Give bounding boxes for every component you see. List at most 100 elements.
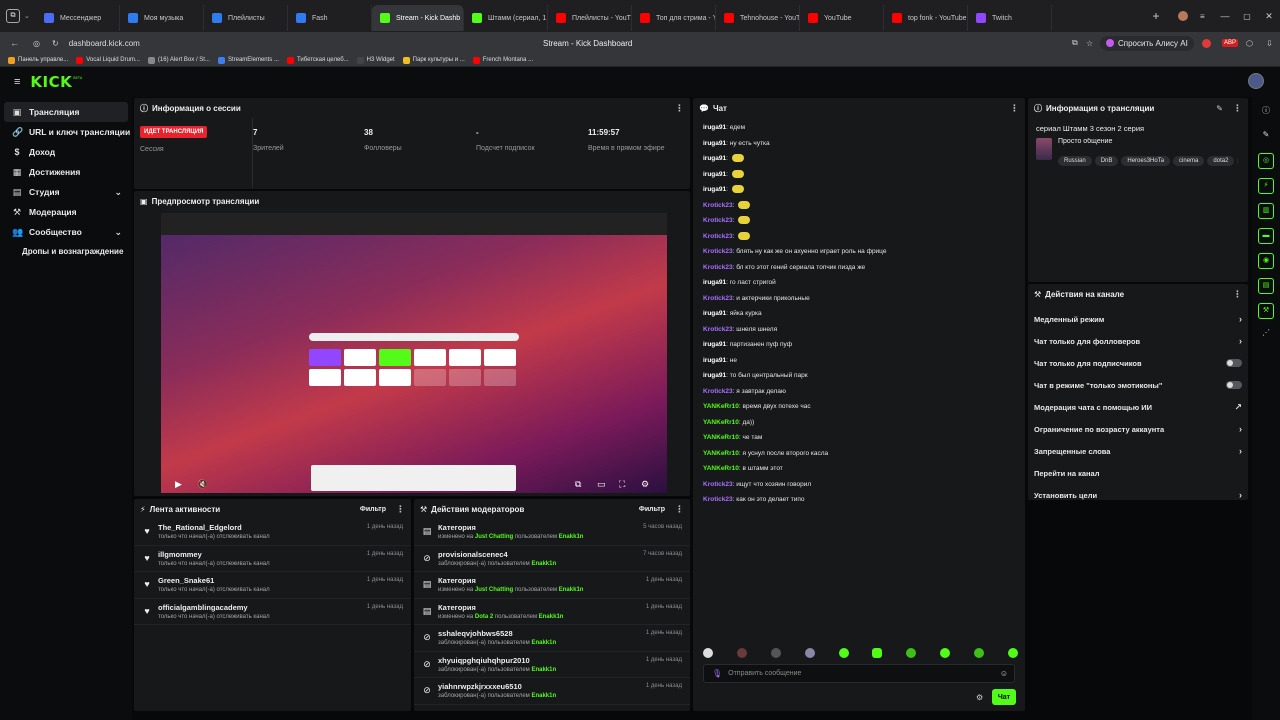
browser-tab[interactable]: Штамм (сериал, 1, 2, 3 <box>464 5 548 31</box>
channel-action-item[interactable]: Чат только для подписчиков <box>1028 352 1248 374</box>
chat-username[interactable]: Krotick23 <box>703 248 733 255</box>
sidebar-item[interactable]: $ Доход <box>0 142 132 162</box>
stream-info-more-icon[interactable]: ⋮ <box>1233 103 1242 114</box>
bookmark-item[interactable]: H3 Widget <box>356 56 395 64</box>
sidebar-item[interactable]: 👥 Сообщество ⌄ <box>0 222 132 242</box>
info-rail-icon[interactable]: ⓘ <box>1252 105 1280 116</box>
chat-username[interactable]: iruga91 <box>703 186 726 193</box>
chat-username[interactable]: Krotick23 <box>703 217 733 224</box>
edit-icon[interactable]: ✎ <box>1216 104 1223 113</box>
chat-username[interactable]: YANKeRr10 <box>703 419 739 426</box>
emote-icon[interactable] <box>770 648 781 658</box>
alice-button[interactable]: Спросить Алису AI <box>1100 35 1194 51</box>
profile-avatar[interactable] <box>1178 11 1188 21</box>
emote-icon[interactable] <box>703 648 713 658</box>
tabs-dropdown-icon[interactable]: ⌄ <box>24 12 36 20</box>
bookmark-item[interactable]: Парк культуры и ... <box>402 56 465 64</box>
toggle-switch[interactable] <box>1226 381 1242 389</box>
chat-username[interactable]: iruga91 <box>703 279 726 286</box>
pip-icon[interactable]: ⧉ <box>575 479 581 490</box>
channel-action-item[interactable]: Чат в режиме "только эмотиконы" <box>1028 374 1248 396</box>
bolt-rail-button[interactable]: ⚡ <box>1258 178 1274 194</box>
chat-username[interactable]: iruga91 <box>703 140 726 147</box>
chat-username[interactable]: Krotick23 <box>703 388 733 395</box>
chat-username[interactable]: iruga91 <box>703 372 726 379</box>
bookmark-item[interactable]: (16) Alert Box / St... <box>147 56 210 64</box>
kick-logo[interactable]: KICK <box>30 73 72 91</box>
chat-input-box[interactable]: 🎙 Отправить сообщение ☺ <box>703 664 1015 683</box>
bookmark-item[interactable]: Панель управле... <box>8 56 68 64</box>
channel-action-item[interactable]: Ограничение по возрасту аккаунта › <box>1028 418 1248 440</box>
emoji-icon[interactable]: ☺ <box>1000 669 1008 678</box>
bookmarks-icon[interactable]: ⧉ <box>1072 38 1078 48</box>
chat-username[interactable]: Krotick23 <box>703 481 733 488</box>
chat-username[interactable]: iruga91 <box>703 310 726 317</box>
stream-tag[interactable]: Russian <box>1058 156 1092 166</box>
channel-action-item[interactable]: Запрещенные слова › <box>1028 440 1248 462</box>
chat-username[interactable]: iruga91 <box>703 357 726 364</box>
browser-tab[interactable]: Мессенджер <box>36 5 120 31</box>
chat-username[interactable]: Krotick23 <box>703 233 733 240</box>
channel-action-item[interactable]: Модерация чата с помощью ИИ ↗ <box>1028 396 1248 418</box>
stream-video[interactable]: ▶ 🔇 ⧉ ▭ ⛶ ⚙ <box>161 213 667 493</box>
adblock-icon[interactable]: ABP <box>1222 39 1239 47</box>
sidebar-item[interactable]: 🔗 URL и ключ трансляции <box>0 122 132 142</box>
hamburger-menu-icon[interactable]: ≡ <box>14 76 20 88</box>
new-tab-button[interactable]: + <box>1146 9 1166 23</box>
emote-icon[interactable] <box>906 648 917 658</box>
emote-icon[interactable] <box>872 648 883 658</box>
channel-actions-more-icon[interactable]: ⋮ <box>1233 289 1242 300</box>
downloads-icon[interactable]: ⇩ <box>1266 39 1273 48</box>
chat-username[interactable]: Krotick23 <box>703 295 733 302</box>
chat-username[interactable]: YANKeRr10 <box>703 465 739 472</box>
stream-tag[interactable]: fon <box>1237 156 1238 166</box>
close-window-button[interactable]: ✕ <box>1258 11 1280 22</box>
share-rail-icon[interactable]: ⋰ <box>1252 328 1280 337</box>
chat-username[interactable]: Krotick23 <box>703 202 733 209</box>
bookmark-item[interactable]: Тибетская целеб... <box>286 56 349 64</box>
emote-icon[interactable] <box>974 648 984 658</box>
sidebar-sub-item-drops[interactable]: Дропы и вознаграждение <box>0 242 132 262</box>
window-menu-icon[interactable]: ≡ <box>1200 12 1214 21</box>
camera-rail-button[interactable]: ◎ <box>1258 153 1274 169</box>
mic-icon[interactable]: 🎙 <box>712 669 722 678</box>
emote-icon[interactable] <box>1007 648 1018 658</box>
browser-tab[interactable]: Tehnohouse - YouTube <box>716 5 800 31</box>
emote-icon[interactable] <box>838 648 849 658</box>
theater-icon[interactable]: ▭ <box>597 479 606 490</box>
bookmark-item[interactable]: French Montana ... <box>472 56 533 64</box>
bookmark-item[interactable]: StreamElements ... <box>217 56 279 64</box>
chat-more-icon[interactable]: ⋮ <box>1010 103 1019 114</box>
stream-tag[interactable]: dota2 <box>1207 156 1235 166</box>
browser-tab[interactable]: YouTube <box>800 5 884 31</box>
chat-username[interactable]: iruga91 <box>703 155 726 162</box>
chat-username[interactable]: Krotick23 <box>703 264 733 271</box>
sidebar-item[interactable]: ⚒ Модерация <box>0 202 132 222</box>
chat-username[interactable]: YANKeRr10 <box>703 434 739 441</box>
sidebar-item[interactable]: ▦ Достижения <box>0 162 132 182</box>
mod-filter-button[interactable]: Фильтр <box>639 506 665 513</box>
bookmark-star-icon[interactable]: ☆ <box>1086 39 1093 48</box>
channel-action-item[interactable]: Чат только для фолловеров › <box>1028 330 1248 352</box>
settings-icon[interactable]: ⚙ <box>641 479 649 490</box>
stream-tag[interactable]: cinema <box>1173 156 1205 166</box>
chat-username[interactable]: YANKeRr10 <box>703 403 739 410</box>
emote-icon[interactable] <box>736 648 747 658</box>
broadcast-rail-button[interactable]: ◉ <box>1258 253 1274 269</box>
chat-username[interactable]: YANKeRr10 <box>703 450 739 457</box>
emote-icon[interactable] <box>804 648 815 658</box>
browser-tab[interactable]: Плейлисты - YouTube <box>548 5 632 31</box>
browser-tab[interactable]: Топ для стрима - YouTu <box>632 5 716 31</box>
minimize-button[interactable]: — <box>1214 11 1236 21</box>
play-icon[interactable]: ▶ <box>175 479 182 490</box>
browser-tab[interactable]: Stream - Kick Dashb✕ <box>372 5 464 31</box>
extension-icon[interactable] <box>1202 38 1211 48</box>
mute-icon[interactable]: 🔇 <box>197 479 208 490</box>
mod-more-icon[interactable]: ⋮ <box>675 504 684 515</box>
back-icon[interactable]: ← <box>10 38 19 48</box>
maximize-button[interactable]: ▢ <box>1236 12 1258 21</box>
channel-action-item[interactable]: Медленный режим › <box>1028 308 1248 330</box>
session-more-icon[interactable]: ⋮ <box>675 103 684 114</box>
browser-tab[interactable]: Моя музыка <box>120 5 204 31</box>
reload-icon[interactable]: ↻ <box>52 39 59 48</box>
